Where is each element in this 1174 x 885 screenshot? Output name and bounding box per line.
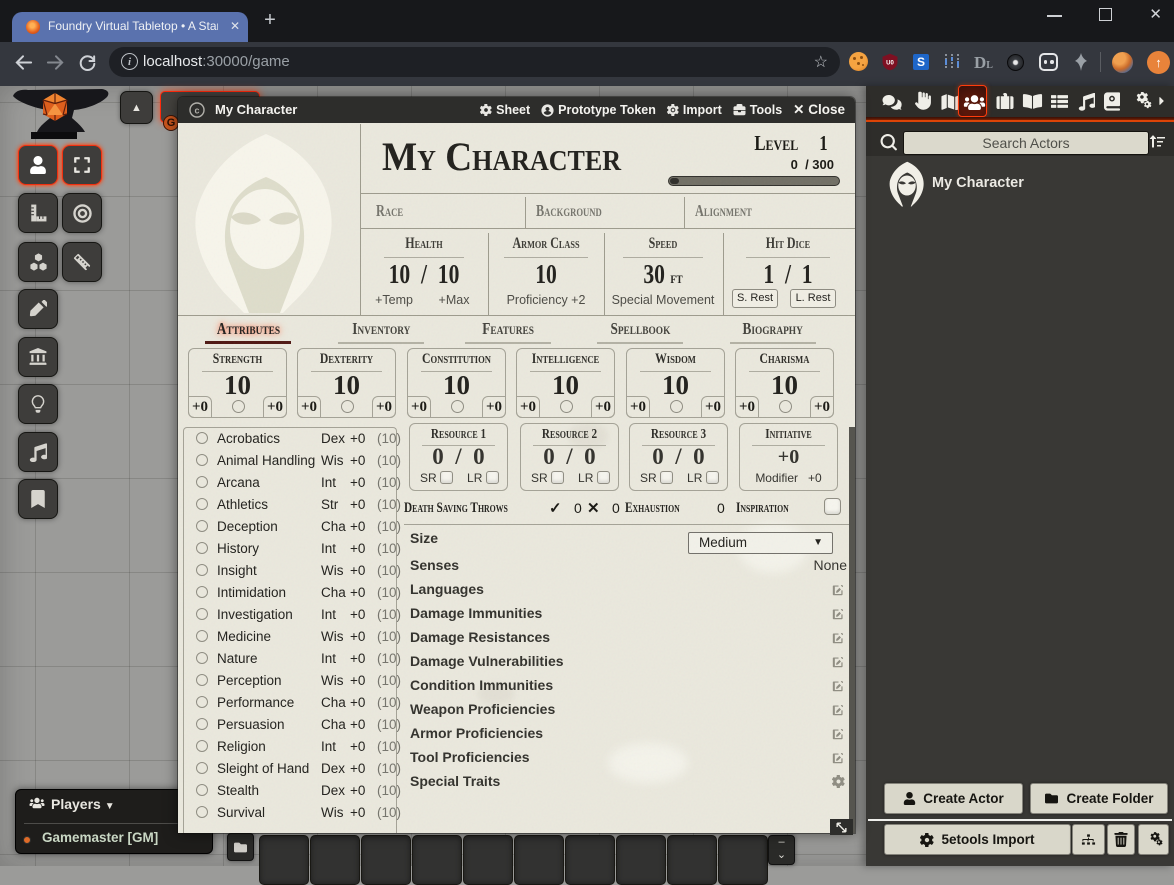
svg-text:c: c [194,106,199,116]
svg-text:U0: U0 [886,60,894,66]
